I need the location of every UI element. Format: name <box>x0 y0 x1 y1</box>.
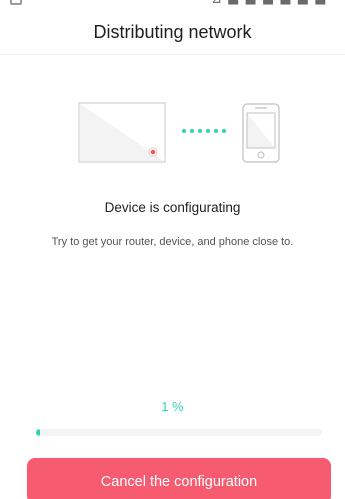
configuration-status: Device is configurating <box>104 200 241 215</box>
cancel-configuration-button[interactable]: Cancel the configuration <box>27 458 331 499</box>
progress-bar <box>36 429 322 436</box>
connection-dots-icon <box>182 129 226 133</box>
router-icon <box>78 102 166 163</box>
proximity-hint: Try to get your router, device, and phon… <box>51 236 294 248</box>
cancel-button-label: Cancel the configuration <box>100 474 258 490</box>
progress-percentage: 1 % <box>161 399 184 414</box>
distribution-network-screen: ⊿ ■ ■ ■ ■ ■ ■ Distributing network <box>0 0 345 499</box>
phone-icon <box>242 103 280 163</box>
progress-fill <box>36 429 40 436</box>
